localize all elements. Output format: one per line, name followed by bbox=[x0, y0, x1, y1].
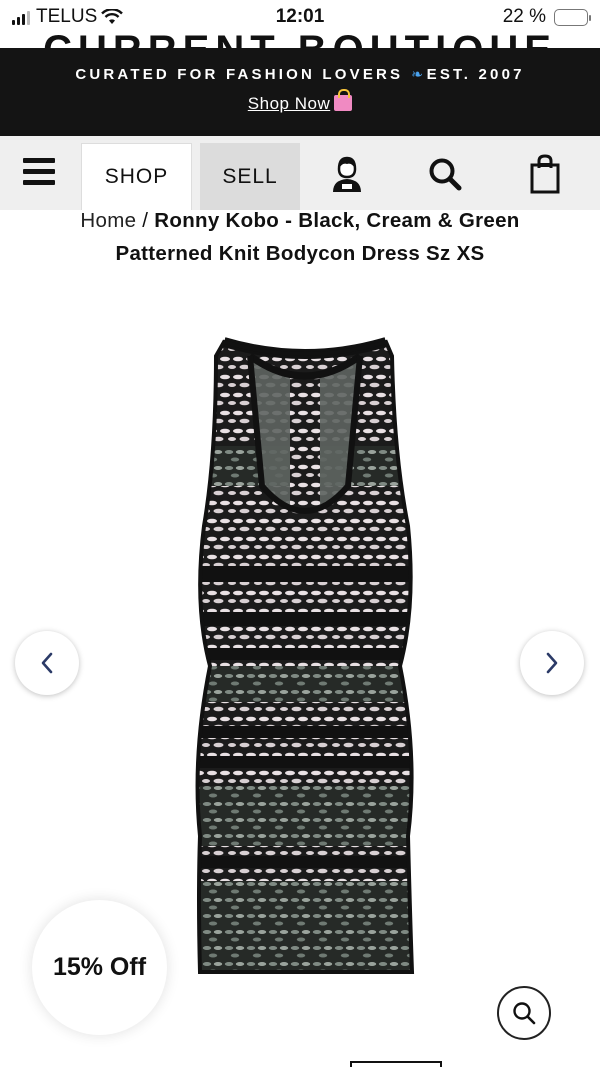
status-bar: TELUS 12:01 22 % bbox=[0, 0, 600, 34]
magnifier-icon bbox=[513, 1002, 536, 1025]
shop-now-link[interactable]: Shop Now bbox=[0, 89, 600, 114]
shopping-bag-icon[interactable] bbox=[525, 154, 565, 194]
chevron-right-icon bbox=[546, 652, 558, 674]
breadcrumb-home[interactable]: Home bbox=[80, 209, 136, 232]
zoom-button[interactable] bbox=[497, 986, 551, 1040]
discount-badge[interactable]: 15% Off bbox=[32, 900, 167, 1035]
breadcrumb-separator: / bbox=[142, 209, 149, 232]
promo-tagline: CURATED FOR FASHION LOVERS ❧EST. 2007 bbox=[0, 66, 600, 83]
logo-strip: CURRENT BOUTIQUE bbox=[0, 34, 600, 48]
tab-sell[interactable]: SELL bbox=[200, 143, 300, 210]
promo-banner: CURATED FOR FASHION LOVERS ❧EST. 2007 Sh… bbox=[0, 48, 600, 136]
butterfly-icon: ❧ bbox=[411, 66, 427, 82]
product-gallery bbox=[0, 300, 600, 1000]
main-nav: SHOP SELL bbox=[0, 136, 600, 210]
thumbnail-indicator[interactable] bbox=[350, 1061, 442, 1067]
site-logo[interactable]: CURRENT BOUTIQUE bbox=[0, 34, 600, 48]
battery-percent: 22 % bbox=[502, 6, 546, 27]
product-image[interactable] bbox=[180, 336, 430, 980]
account-icon[interactable] bbox=[327, 154, 367, 194]
search-icon[interactable] bbox=[425, 154, 465, 194]
shopping-bags-icon bbox=[334, 89, 353, 111]
breadcrumb-current: Ronny Kobo - Black, Cream & Green Patter… bbox=[115, 209, 520, 265]
promo-text: CURATED FOR FASHION LOVERS bbox=[75, 66, 404, 83]
battery-group: 22 % bbox=[502, 6, 591, 28]
chevron-left-icon bbox=[41, 652, 53, 674]
hamburger-icon[interactable] bbox=[23, 158, 55, 186]
shop-now-label[interactable]: Shop Now bbox=[248, 94, 330, 113]
previous-image-button[interactable] bbox=[15, 631, 79, 695]
battery-icon bbox=[554, 8, 591, 26]
tab-shop[interactable]: SHOP bbox=[81, 143, 192, 210]
established-text: EST. 2007 bbox=[426, 66, 525, 83]
next-image-button[interactable] bbox=[520, 631, 584, 695]
breadcrumb: Home / Ronny Kobo - Black, Cream & Green… bbox=[30, 204, 570, 270]
